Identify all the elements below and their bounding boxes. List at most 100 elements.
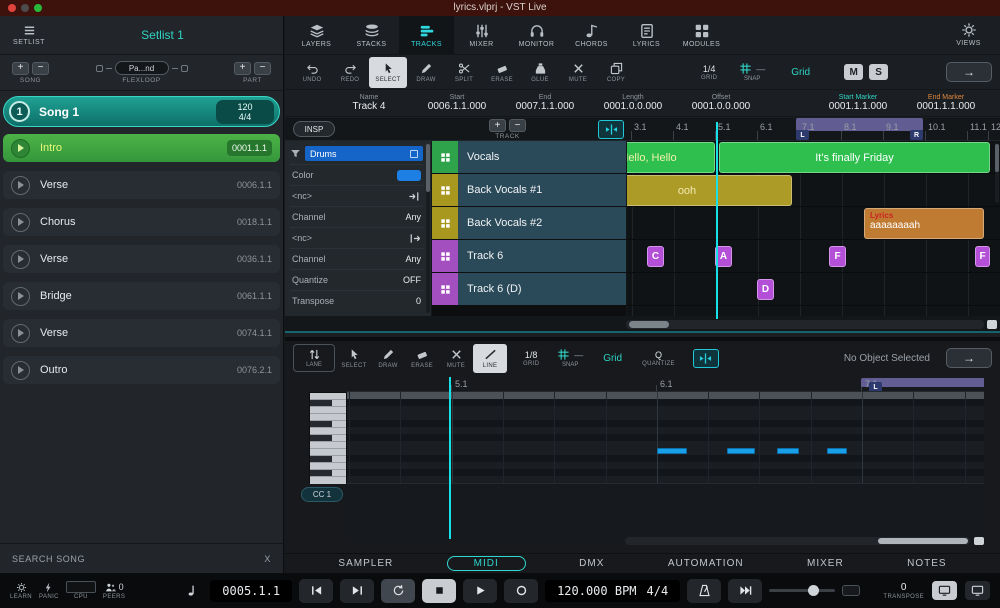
part-item-verse[interactable]: Verse0006.1.1: [3, 171, 280, 199]
white-key[interactable]: [310, 428, 346, 435]
lane-mode-button[interactable]: LANE: [293, 344, 335, 372]
timeline-ruler[interactable]: 3.14.15.16.17.18.19.110.111.112LR: [626, 118, 1000, 140]
loop-end-marker[interactable]: R: [910, 130, 923, 140]
white-key[interactable]: [310, 393, 346, 400]
piano-keyboard[interactable]: [309, 392, 347, 483]
midi-playhead-cursor[interactable]: [449, 377, 451, 539]
playhead-cursor[interactable]: [716, 122, 718, 319]
record-button[interactable]: [504, 579, 538, 603]
add-track-button[interactable]: +: [489, 119, 506, 132]
erase-button[interactable]: ERASE: [483, 57, 521, 88]
info-field-start[interactable]: Start0006.1.1.000: [413, 94, 501, 112]
midi-grid-value-selector[interactable]: 1/8 GRID: [523, 350, 539, 367]
track-header-back-vocals-2[interactable]: Back Vocals #2: [432, 207, 626, 239]
part-item-verse[interactable]: Verse0036.1.1: [3, 245, 280, 273]
arrange-ruler[interactable]: INSP + − TRACK 3.14.15.16.17.18.19.110.1…: [285, 118, 1000, 141]
zoom-window-button[interactable]: [34, 4, 42, 12]
tab-monitor[interactable]: MONITOR: [509, 16, 564, 54]
go-to-arrow-button[interactable]: →: [946, 62, 992, 82]
draw-button[interactable]: DRAW: [407, 57, 445, 88]
inspector-row-transpose[interactable]: Transpose0: [290, 290, 423, 311]
lyrics-event[interactable]: Lyricsaaaaaaaah: [864, 208, 984, 239]
tab-tracks[interactable]: TRACKS: [399, 16, 454, 54]
snap-toggle[interactable]: — SNAP: [739, 62, 765, 82]
skip-forward-button[interactable]: [340, 579, 374, 603]
inspector-row-quantize[interactable]: QuantizeOFF: [290, 269, 423, 290]
midi-note[interactable]: [827, 448, 847, 454]
close-window-button[interactable]: [8, 4, 16, 12]
undo-button[interactable]: UNDO: [293, 57, 331, 88]
part-play-icon[interactable]: [11, 176, 30, 195]
midi-mute-button[interactable]: MUTE: [439, 344, 473, 373]
secondary-display-button[interactable]: [965, 581, 990, 600]
song-search[interactable]: SEARCH SONG X: [0, 543, 283, 573]
inspector-toggle-button[interactable]: INSP: [293, 121, 335, 137]
inspector-row-channel[interactable]: ChannelAny: [290, 206, 423, 227]
midi-note[interactable]: [777, 448, 799, 454]
song-item[interactable]: 1 Song 1 120 4/4: [3, 96, 280, 127]
global-solo-button[interactable]: S: [869, 64, 888, 80]
events-vertical-scrollbar[interactable]: [995, 143, 999, 203]
midi-draw-button[interactable]: DRAW: [371, 344, 405, 373]
beat-indicator-button[interactable]: [181, 580, 203, 602]
arrange-zoom-handle[interactable]: [987, 320, 997, 329]
black-key[interactable]: [310, 421, 346, 428]
midi-line-button[interactable]: LINE: [473, 344, 507, 373]
part-item-verse[interactable]: Verse0074.1.1: [3, 319, 280, 347]
midi-note[interactable]: [727, 448, 755, 454]
midi-note[interactable]: [657, 448, 687, 454]
part-play-icon[interactable]: [11, 287, 30, 306]
lyric-event[interactable]: ooh: [627, 175, 792, 206]
white-key[interactable]: [310, 407, 346, 414]
forward-button[interactable]: [728, 579, 762, 603]
auto-scroll-button[interactable]: [598, 120, 624, 139]
part-item-chorus[interactable]: Chorus0018.1.1: [3, 208, 280, 236]
grid-value-selector[interactable]: 1/4 GRID: [701, 64, 717, 81]
redo-button[interactable]: REDO: [331, 57, 369, 88]
part-play-icon[interactable]: [11, 361, 30, 380]
setlist-button[interactable]: SETLIST: [0, 24, 58, 46]
bottom-tab-mixer[interactable]: MIXER: [797, 557, 854, 570]
grid-mode-dropdown[interactable]: Grid: [791, 67, 810, 78]
bottom-tab-midi[interactable]: MIDI: [447, 556, 526, 571]
note-event[interactable]: D: [757, 279, 774, 300]
tab-mixer[interactable]: MIXER: [454, 16, 509, 54]
tab-stacks[interactable]: STACKS: [344, 16, 399, 54]
loop-start-marker[interactable]: L: [796, 130, 809, 140]
black-key[interactable]: [310, 400, 346, 407]
midi-grid-mode-dropdown[interactable]: Grid: [603, 353, 622, 364]
cc1-lane-button[interactable]: CC 1: [301, 487, 343, 502]
black-key[interactable]: [310, 435, 346, 442]
tab-views[interactable]: VIEWS: [941, 16, 996, 53]
white-key[interactable]: [310, 449, 346, 456]
black-key[interactable]: [310, 470, 346, 477]
info-field-length[interactable]: Length0001.0.0.000: [589, 94, 677, 112]
part-item-intro[interactable]: Intro0001.1.1: [3, 134, 280, 162]
cycle-region[interactable]: [796, 118, 923, 131]
info-field-offset[interactable]: Offset0001.0.0.000: [677, 94, 765, 112]
inspector-scrollbar[interactable]: [426, 144, 430, 313]
clear-search-button[interactable]: X: [264, 554, 271, 564]
add-part-button[interactable]: +: [234, 62, 251, 75]
white-key[interactable]: [310, 414, 346, 421]
track-header-vocals[interactable]: Vocals: [432, 141, 626, 173]
loop-start-marker[interactable]: L: [869, 382, 882, 392]
note-event[interactable]: C: [647, 246, 664, 267]
level-slider[interactable]: [769, 589, 835, 592]
piano-roll[interactable]: [347, 392, 984, 483]
remove-song-button[interactable]: −: [32, 62, 49, 75]
note-event[interactable]: F: [829, 246, 846, 267]
part-play-icon[interactable]: [11, 213, 30, 232]
bottom-tab-automation[interactable]: AUTOMATION: [658, 557, 754, 570]
midi-erase-button[interactable]: ERASE: [405, 344, 439, 373]
black-key[interactable]: [310, 456, 346, 463]
part-play-icon[interactable]: [11, 250, 30, 269]
white-key[interactable]: [310, 477, 346, 484]
select-button[interactable]: SELECT: [369, 57, 407, 88]
part-play-icon[interactable]: [11, 324, 30, 343]
end-marker-field[interactable]: End Marker 0001.1.1.000: [902, 94, 990, 112]
part-item-outro[interactable]: Outro0076.2.1: [3, 356, 280, 384]
track-header-track-6[interactable]: Track 6: [432, 240, 626, 272]
cc-lane[interactable]: [347, 483, 984, 539]
midi-select-button[interactable]: SELECT: [337, 344, 371, 373]
